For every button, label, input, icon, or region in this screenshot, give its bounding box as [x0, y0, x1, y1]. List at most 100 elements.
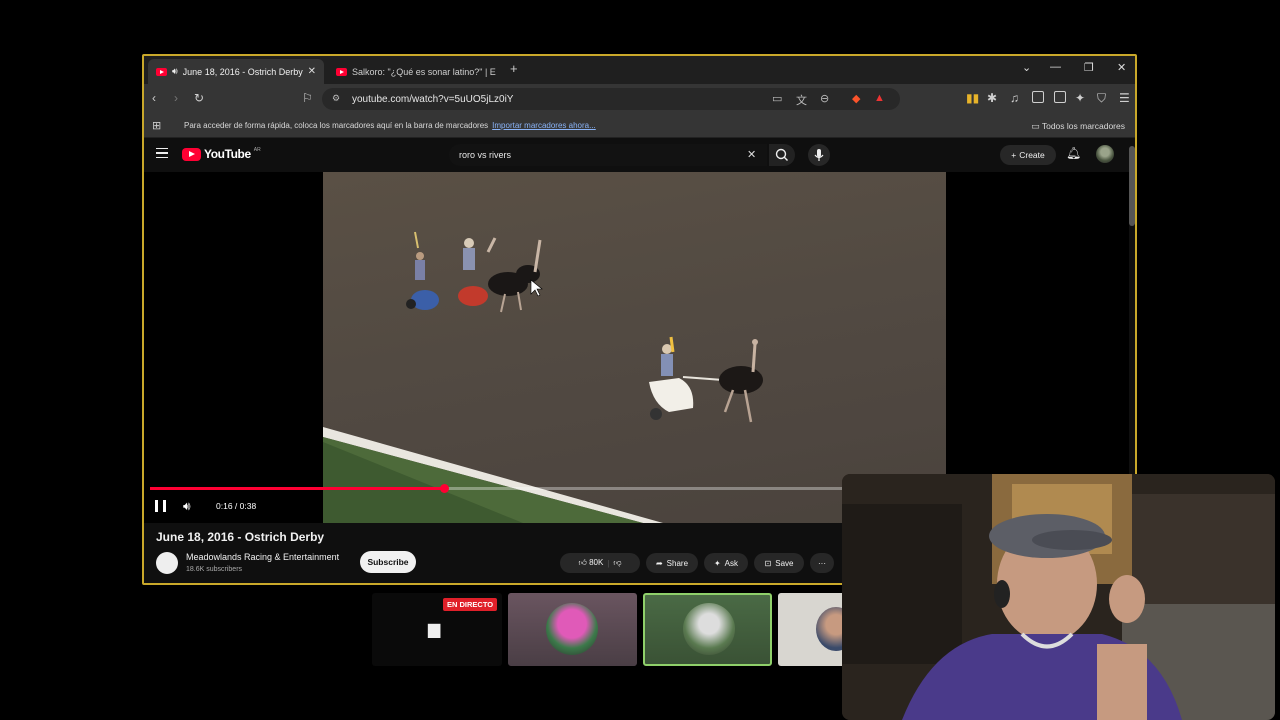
save-icon: ⊡: [764, 558, 772, 568]
all-bookmarks-label: Todos los marcadores: [1041, 121, 1125, 131]
reload-icon[interactable]: ↻: [194, 91, 204, 105]
close-tab-icon[interactable]: ✕: [308, 66, 316, 77]
share-button[interactable]: ➦ Share: [646, 553, 698, 573]
all-bookmarks-button[interactable]: ▭ Todos los marcadores: [1031, 121, 1125, 132]
thumbnail-avatar: [683, 603, 735, 655]
create-label: Create: [1019, 150, 1045, 160]
address-bar[interactable]: ⚙ youtube.com/watch?v=5uUO5jLz0iY ▭ 文 ⊖ …: [322, 88, 900, 110]
youtube-play-icon: [182, 147, 201, 161]
more-actions-button[interactable]: ···: [810, 553, 834, 573]
wallet-icon[interactable]: [1054, 91, 1066, 103]
extensions-puzzle-icon[interactable]: ✱: [987, 91, 997, 105]
leo-ai-icon[interactable]: ✦: [1075, 91, 1085, 105]
microphone-icon: [814, 149, 824, 161]
import-bookmarks-link[interactable]: Importar marcadores ahora...: [492, 121, 596, 130]
url-text[interactable]: youtube.com/watch?v=5uUO5jLz0iY: [352, 94, 513, 105]
bookmarks-hint: Para acceder de forma rápida, coloca los…: [184, 121, 596, 130]
tab-label: June 18, 2016 - Ostrich Derby: [182, 66, 303, 77]
voice-search-button[interactable]: [808, 144, 830, 166]
like-count: 80K: [589, 558, 604, 567]
speaker-icon: 🔊︎: [172, 66, 178, 76]
bookmarks-bar: ⊞ Para acceder de forma rápida, coloca l…: [144, 114, 1135, 138]
like-button[interactable]: 👍︎ 80K: [578, 558, 603, 568]
search-button[interactable]: [769, 144, 795, 166]
zoom-icon[interactable]: ⊖: [820, 92, 829, 105]
ask-label: Ask: [724, 558, 739, 568]
cast-icon[interactable]: ▭: [772, 92, 782, 105]
bookmark-icon[interactable]: ⚐: [302, 91, 313, 105]
restore-button[interactable]: ❐: [1084, 61, 1094, 74]
thumbs-down-icon[interactable]: 👎︎: [613, 558, 621, 568]
new-tab-button[interactable]: +: [510, 61, 518, 76]
forward-arrow-icon[interactable]: ›: [174, 91, 178, 105]
progress-bar[interactable]: [150, 484, 850, 493]
translate-icon[interactable]: 文: [796, 92, 807, 108]
youtube-favicon-icon: [156, 67, 167, 76]
subscriber-count: 18.6K subscribers: [186, 566, 243, 573]
webcam-scene: [842, 474, 1275, 720]
create-button[interactable]: + Create: [1000, 145, 1056, 165]
bookmarks-hint-text: Para acceder de forma rápida, coloca los…: [184, 121, 489, 130]
tab-label: Salkoro: "¿Qué es sonar latino?" | Ent: [352, 66, 496, 77]
tab-salkoro[interactable]: Salkoro: "¿Qué es sonar latino?" | Ent: [328, 59, 504, 84]
youtube-favicon-icon: [336, 67, 347, 76]
thumbs-up-icon: 👍︎: [578, 558, 587, 567]
search-input[interactable]: roro vs rivers ✕: [449, 144, 767, 166]
youtube-wordmark: YouTube: [204, 147, 251, 161]
thumbnail-3-selected[interactable]: [643, 593, 772, 666]
site-info-icon[interactable]: ⚙: [332, 93, 340, 104]
time-display: 0:16 / 0:38: [216, 501, 257, 511]
tab-ostrich-derby[interactable]: 🔊︎ June 18, 2016 - Ostrich Derby ✕: [148, 59, 324, 84]
region-code: AR: [253, 147, 261, 153]
search-query[interactable]: roro vs rivers: [459, 150, 511, 160]
sidebar-icon[interactable]: [1032, 91, 1044, 103]
back-arrow-icon[interactable]: ‹: [152, 91, 156, 105]
youtube-logo[interactable]: YouTube AR: [182, 147, 261, 161]
folder-icon: ▭: [1031, 121, 1040, 131]
sparkle-icon: ✦: [713, 558, 721, 568]
video-frame[interactable]: [323, 172, 946, 523]
navigation-toolbar: ‹ › ↻ ⚐ ⚙ youtube.com/watch?v=5uUO5jLz0i…: [144, 84, 1135, 114]
share-label: Share: [666, 558, 689, 568]
page-scrollbar[interactable]: [1129, 146, 1135, 226]
ostrich-race-scene: [323, 231, 763, 523]
menu-icon[interactable]: ☰: [1119, 91, 1130, 105]
more-dots-icon: ···: [818, 558, 826, 568]
close-window-button[interactable]: ✕: [1117, 61, 1126, 74]
tab-strip: 🔊︎ June 18, 2016 - Ostrich Derby ✕ Salko…: [144, 56, 1135, 84]
subscribe-button[interactable]: Subscribe: [360, 551, 416, 573]
separator: |: [607, 558, 610, 568]
channel-name[interactable]: Meadowlands Racing & Entertainment: [186, 552, 339, 562]
vpn-shield-icon[interactable]: ⛉: [1097, 91, 1106, 106]
ask-button[interactable]: ✦ Ask: [704, 553, 748, 573]
account-avatar[interactable]: [1096, 145, 1114, 163]
save-button[interactable]: ⊡ Save: [754, 553, 804, 573]
live-badge: EN DIRECTO: [443, 598, 498, 611]
progress-played: [150, 487, 444, 490]
minimize-button[interactable]: —: [1050, 61, 1061, 73]
plus-icon: +: [1011, 150, 1017, 160]
thumbnail-2[interactable]: [508, 593, 637, 666]
brave-rewards-icon[interactable]: ▲: [874, 92, 885, 104]
tab-list-chevron-icon[interactable]: ⌄: [1022, 61, 1031, 74]
video-player[interactable]: 🔊︎ 0:16 / 0:38: [144, 172, 1129, 523]
clear-search-icon[interactable]: ✕: [747, 148, 756, 161]
thumbnail-avatar: [816, 607, 842, 651]
brave-shield-icon[interactable]: ◆: [852, 92, 860, 105]
share-icon: ➦: [655, 558, 663, 568]
notifications-bell-icon[interactable]: 🔔︎: [1066, 146, 1081, 160]
channel-avatar[interactable]: [156, 552, 178, 574]
save-label: Save: [775, 558, 794, 568]
pause-button[interactable]: [155, 500, 166, 512]
guide-menu-icon[interactable]: [156, 148, 168, 158]
thumbnail-4[interactable]: [778, 593, 842, 666]
video-title: June 18, 2016 - Ostrich Derby: [156, 530, 325, 544]
apps-grid-icon[interactable]: ⊞: [152, 119, 161, 132]
music-icon[interactable]: ♫: [1010, 91, 1019, 105]
equalizer-extension-icon[interactable]: ▮▮: [966, 91, 979, 105]
like-dislike-group: 👍︎ 80K | 👎︎: [560, 553, 640, 573]
volume-icon[interactable]: 🔊︎: [183, 499, 191, 514]
progress-scrubber[interactable]: [440, 484, 449, 493]
youtube-header: YouTube AR roro vs rivers ✕ + Create 🔔︎: [144, 138, 1135, 172]
search-icon: [775, 148, 788, 161]
